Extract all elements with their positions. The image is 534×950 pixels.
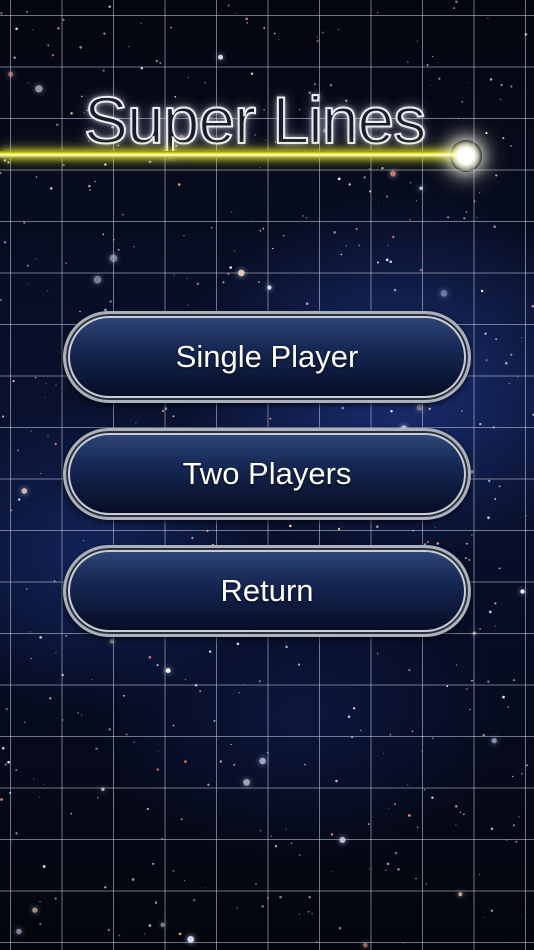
game-screen: Super Lines Single Player Two Players Re… xyxy=(0,0,534,950)
single-player-label: Single Player xyxy=(175,339,359,374)
return-label: Return xyxy=(220,573,314,608)
two-players-button[interactable]: Two Players xyxy=(63,428,471,520)
single-player-button[interactable]: Single Player xyxy=(63,311,471,403)
game-title: Super Lines xyxy=(83,82,427,158)
laser-head-glow xyxy=(450,140,482,172)
laser-line-decoration xyxy=(0,151,470,158)
return-button[interactable]: Return xyxy=(63,545,471,637)
two-players-label: Two Players xyxy=(182,456,352,491)
